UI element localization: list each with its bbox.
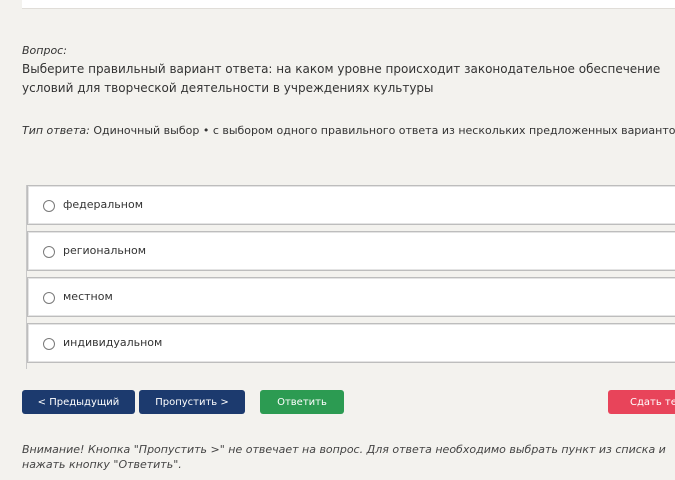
previous-button[interactable]: < Предыдущий bbox=[22, 390, 135, 414]
top-panel bbox=[22, 0, 675, 9]
answer-type-label: Тип ответа: bbox=[22, 124, 90, 137]
submit-test-button[interactable]: Сдать тест bbox=[608, 390, 675, 414]
option-local[interactable]: местном bbox=[27, 277, 675, 317]
option-individual[interactable]: индивидуальном bbox=[27, 323, 675, 363]
option-federal[interactable]: федеральном bbox=[27, 185, 675, 225]
answer-type-value: Одиночный выбор • с выбором одного прави… bbox=[93, 124, 675, 137]
question-text: Выберите правильный вариант ответа: на к… bbox=[22, 62, 661, 95]
option-label: местном bbox=[63, 290, 113, 303]
question-label: Вопрос: bbox=[22, 44, 67, 57]
radio-button[interactable] bbox=[43, 200, 55, 212]
options-list: федеральном региональном местном индивид… bbox=[26, 185, 675, 369]
skip-warning-notice: Внимание! Кнопка "Пропустить >" не отвеч… bbox=[22, 443, 666, 471]
radio-button[interactable] bbox=[43, 338, 55, 350]
option-label: федеральном bbox=[63, 198, 144, 211]
radio-button[interactable] bbox=[43, 292, 55, 304]
option-regional[interactable]: региональном bbox=[27, 231, 675, 271]
option-label: региональном bbox=[63, 244, 147, 257]
answer-type: Тип ответа: Одиночный выбор • с выбором … bbox=[22, 124, 675, 137]
skip-button[interactable]: Пропустить > bbox=[139, 390, 245, 414]
option-label: индивидуальном bbox=[63, 336, 163, 349]
radio-button[interactable] bbox=[43, 246, 55, 258]
answer-button[interactable]: Ответить bbox=[260, 390, 344, 414]
